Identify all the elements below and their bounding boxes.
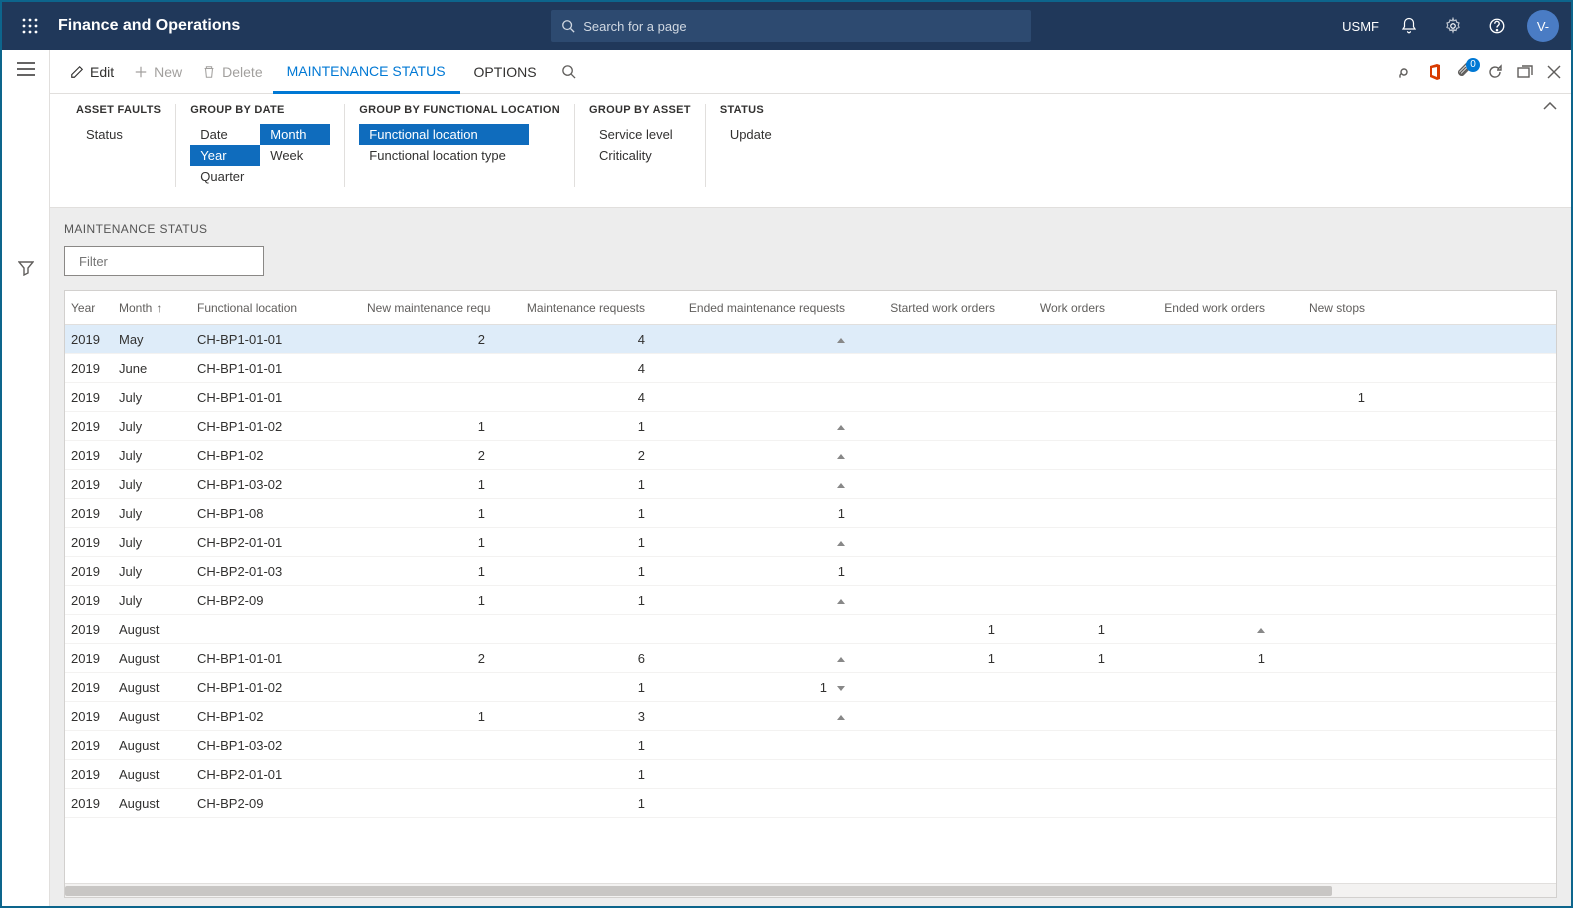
scrollbar-thumb[interactable]	[65, 886, 1332, 896]
col-month[interactable]: Month↑	[113, 301, 191, 315]
action-bar: Edit New Delete MAINTENANCE STATUS OPTIO…	[50, 50, 1571, 94]
topbar: Finance and Operations Search for a page…	[2, 2, 1571, 50]
col-wo[interactable]: Work orders	[1001, 301, 1111, 315]
table-row[interactable]: 2019JulyCH-BP2-01-0111	[65, 528, 1556, 557]
table-row[interactable]: 2019JulyCH-BP1-03-0211	[65, 470, 1556, 499]
table-row[interactable]: 2019AugustCH-BP1-01-0126111	[65, 644, 1556, 673]
table-row[interactable]: 2019JuneCH-BP1-01-014	[65, 354, 1556, 383]
table-row[interactable]: 2019AugustCH-BP1-03-021	[65, 731, 1556, 760]
link-icon[interactable]	[1395, 65, 1413, 79]
groupby-week[interactable]: Week	[260, 145, 330, 166]
group-status: STATUS Update	[706, 104, 796, 187]
left-rail	[2, 50, 50, 906]
table-row[interactable]: 2019AugustCH-BP1-01-0211	[65, 673, 1556, 702]
action-pane-tab-content: ASSET FAULTS Status GROUP BY DATE Date M…	[50, 94, 1571, 208]
data-grid: Year Month↑ Functional location New main…	[64, 290, 1557, 898]
pencil-icon	[70, 65, 84, 79]
table-row[interactable]: 2019AugustCH-BP2-01-011	[65, 760, 1556, 789]
groupby-date[interactable]: Date	[190, 124, 260, 145]
filter-input[interactable]	[79, 254, 255, 269]
status-update[interactable]: Update	[720, 124, 782, 145]
settings-icon[interactable]	[1439, 12, 1467, 40]
col-maint-req[interactable]: Maintenance requests	[491, 301, 651, 315]
delete-button[interactable]: Delete	[192, 50, 272, 94]
attachments-badge: 0	[1466, 58, 1480, 72]
grid-filter[interactable]	[64, 246, 264, 276]
collapse-icon[interactable]	[1543, 102, 1557, 110]
office-icon[interactable]	[1427, 63, 1443, 81]
group-by-date: GROUP BY DATE Date Month Year Week Quart…	[176, 104, 345, 187]
groupby-month[interactable]: Month	[260, 124, 330, 145]
table-row[interactable]: 2019JulyCH-BP1-08111	[65, 499, 1556, 528]
table-row[interactable]: 2019JulyCH-BP1-0222	[65, 441, 1556, 470]
grid-header: Year Month↑ Functional location New main…	[65, 291, 1556, 325]
actionbar-search-icon[interactable]	[551, 50, 586, 94]
search-placeholder: Search for a page	[583, 19, 686, 34]
group-asset-faults: ASSET FAULTS Status	[62, 104, 176, 187]
col-new-stops[interactable]: New stops	[1271, 301, 1371, 315]
groupby-funcloc[interactable]: Functional location	[359, 124, 529, 145]
grid-body[interactable]: 2019MayCH-BP1-01-01242019JuneCH-BP1-01-0…	[65, 325, 1556, 883]
attachments-icon[interactable]: 0	[1457, 63, 1473, 81]
popout-icon[interactable]	[1517, 65, 1533, 79]
hamburger-icon[interactable]	[17, 62, 35, 76]
refresh-icon[interactable]	[1487, 64, 1503, 80]
group-by-functional-location: GROUP BY FUNCTIONAL LOCATION Functional …	[345, 104, 575, 187]
edit-button[interactable]: Edit	[60, 50, 124, 94]
trash-icon	[202, 65, 216, 79]
col-new-maint-req[interactable]: New maintenance requests	[361, 301, 491, 315]
tab-options[interactable]: OPTIONS	[460, 50, 551, 94]
groupby-funcloc-type[interactable]: Functional location type	[359, 145, 560, 166]
legal-entity[interactable]: USMF	[1342, 19, 1379, 34]
table-row[interactable]: 2019JulyCH-BP2-01-03111	[65, 557, 1556, 586]
close-icon[interactable]	[1547, 65, 1561, 79]
table-row[interactable]: 2019JulyCH-BP1-01-0141	[65, 383, 1556, 412]
table-row[interactable]: 2019August11	[65, 615, 1556, 644]
col-ended-maint-req[interactable]: Ended maintenance requests	[651, 301, 851, 315]
content-area: MAINTENANCE STATUS Year Month↑ Functiona…	[50, 208, 1571, 906]
notifications-icon[interactable]	[1395, 12, 1423, 40]
table-row[interactable]: 2019MayCH-BP1-01-0124	[65, 325, 1556, 354]
groupby-service-level[interactable]: Service level	[589, 124, 691, 145]
col-started-wo[interactable]: Started work orders	[851, 301, 1001, 315]
table-row[interactable]: 2019AugustCH-BP1-0213	[65, 702, 1556, 731]
help-icon[interactable]	[1483, 12, 1511, 40]
user-avatar[interactable]: V-	[1527, 10, 1559, 42]
table-row[interactable]: 2019JulyCH-BP2-0911	[65, 586, 1556, 615]
new-button[interactable]: New	[124, 50, 192, 94]
col-ended-wo[interactable]: Ended work orders	[1111, 301, 1271, 315]
app-launcher-icon[interactable]	[10, 18, 50, 34]
plus-icon	[134, 65, 148, 79]
groupby-year[interactable]: Year	[190, 145, 260, 166]
asset-faults-status[interactable]: Status	[76, 124, 161, 145]
col-year[interactable]: Year	[65, 301, 113, 315]
groupby-quarter[interactable]: Quarter	[190, 166, 260, 187]
table-row[interactable]: 2019AugustCH-BP2-091	[65, 789, 1556, 818]
filter-pane-icon[interactable]	[18, 260, 34, 276]
grid-heading: MAINTENANCE STATUS	[64, 222, 1557, 236]
global-search[interactable]: Search for a page	[551, 10, 1031, 42]
col-funcloc[interactable]: Functional location	[191, 301, 361, 315]
sort-asc-icon: ↑	[156, 301, 162, 315]
app-title: Finance and Operations	[58, 17, 240, 35]
search-icon	[561, 19, 575, 33]
table-row[interactable]: 2019JulyCH-BP1-01-0211	[65, 412, 1556, 441]
group-by-asset: GROUP BY ASSET Service level Criticality	[575, 104, 706, 187]
horizontal-scrollbar[interactable]	[65, 883, 1556, 897]
groupby-criticality[interactable]: Criticality	[589, 145, 691, 166]
tab-maintenance-status[interactable]: MAINTENANCE STATUS	[273, 50, 460, 94]
